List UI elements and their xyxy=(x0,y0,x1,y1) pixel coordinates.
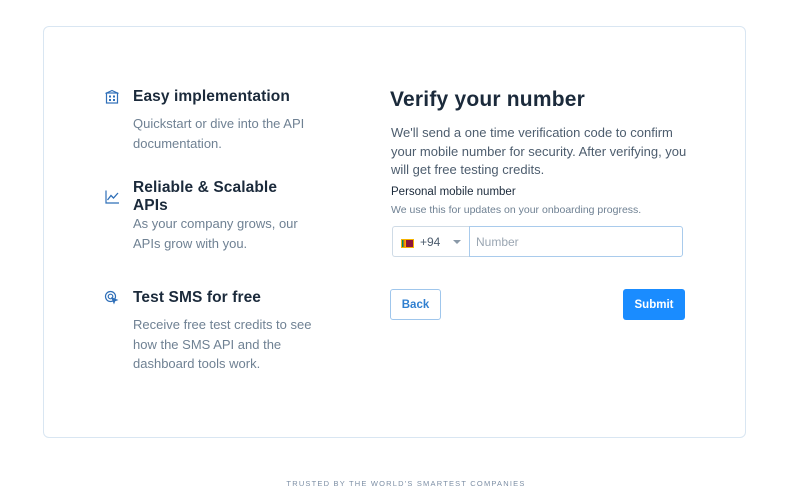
country-code-select[interactable]: +94 xyxy=(392,226,469,257)
feature-easy-implementation: Easy implementation Quickstart or dive i… xyxy=(104,86,304,153)
feature-title: Reliable & Scalable APIs xyxy=(133,179,278,214)
page-title: Verify your number xyxy=(390,88,585,111)
trusted-by-text: TRUSTED BY THE WORLD'S SMARTEST COMPANIE… xyxy=(286,479,526,488)
back-button[interactable]: Back xyxy=(390,289,441,320)
feature-title: Test SMS for free xyxy=(133,289,262,306)
feature-head: Test SMS for free xyxy=(104,287,304,309)
mobile-number-hint: We use this for updates on your onboardi… xyxy=(391,204,642,216)
feature-description: Quickstart or dive into the API document… xyxy=(133,116,305,151)
cursor-click-icon xyxy=(104,290,120,306)
chevron-down-icon xyxy=(453,239,461,244)
feature-head: Reliable & Scalable APIs xyxy=(104,179,304,214)
form-description: We'll send a one time verification code … xyxy=(391,125,687,177)
feature-title: Easy implementation xyxy=(133,88,290,105)
building-icon xyxy=(104,89,120,105)
sri-lanka-flag-icon xyxy=(401,237,414,248)
feature-test-sms: Test SMS for free Receive free test cred… xyxy=(104,287,311,374)
mobile-number-label: Personal mobile number xyxy=(391,186,516,198)
feature-description: Receive free test credits to see how the… xyxy=(133,317,312,371)
chart-line-icon xyxy=(104,189,120,205)
feature-head: Easy implementation xyxy=(104,86,304,108)
country-code-value: +94 xyxy=(420,234,441,249)
mobile-number-input[interactable] xyxy=(469,226,683,257)
submit-button[interactable]: Submit xyxy=(623,289,685,320)
phone-input-group: +94 xyxy=(392,226,683,257)
feature-reliable-apis: Reliable & Scalable APIs As your company… xyxy=(104,179,304,253)
feature-description: As your company grows, our APIs grow wit… xyxy=(133,216,298,251)
